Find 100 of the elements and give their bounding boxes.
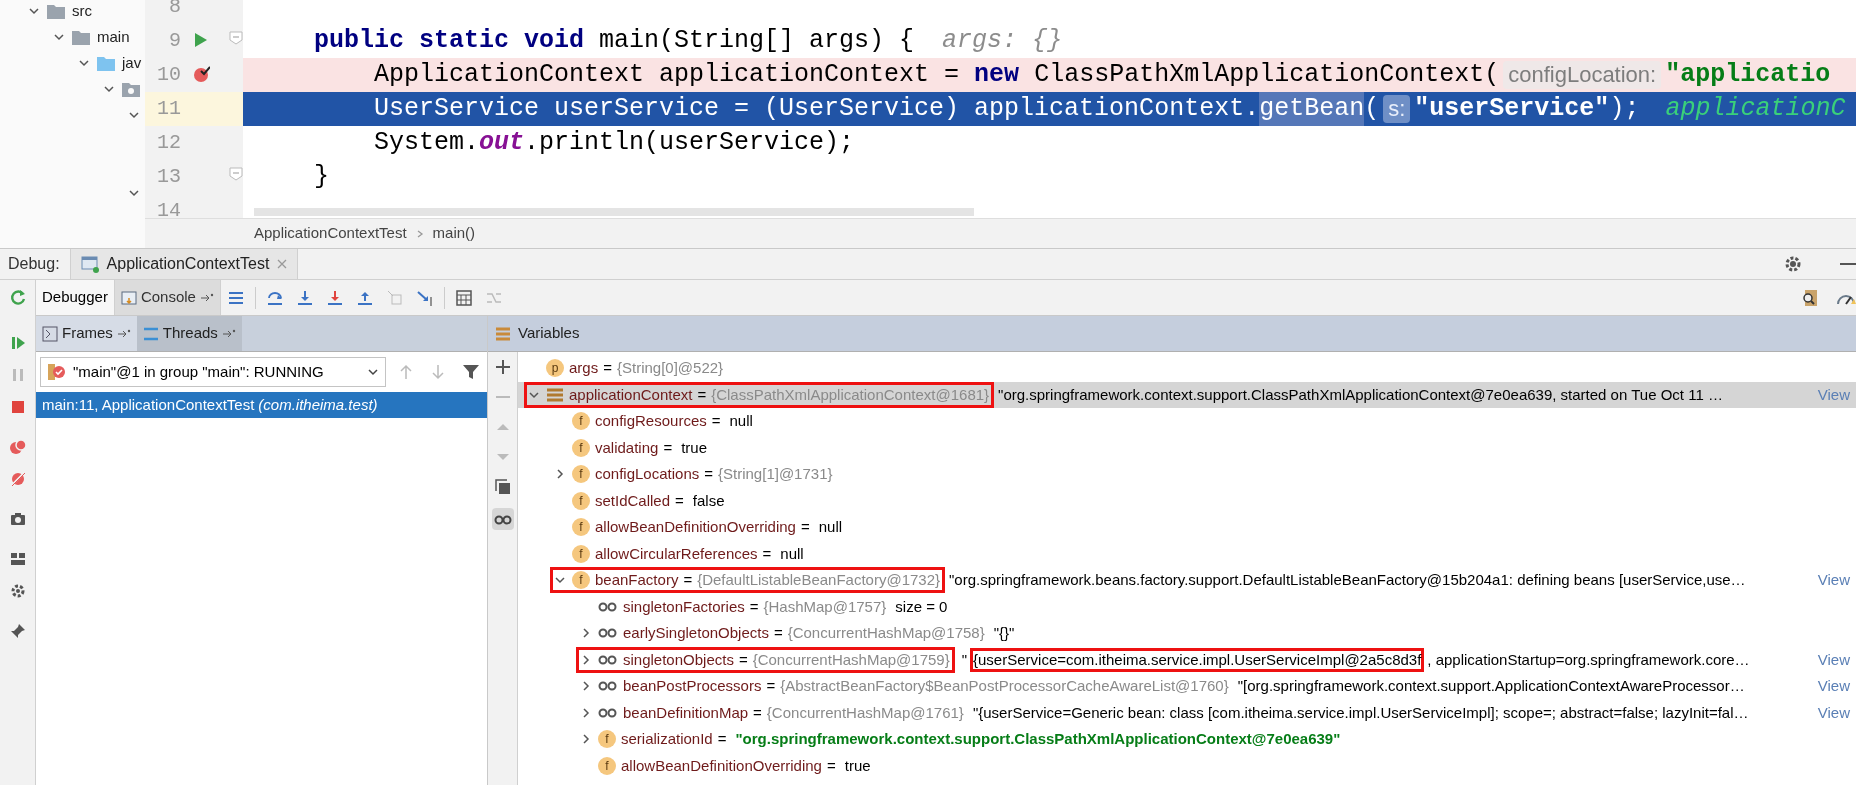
chevron-right-icon[interactable] xyxy=(580,680,592,693)
variable-row[interactable]: f allowBeanDefinitionOverriding = null xyxy=(518,514,1856,541)
variable-name: earlySingletonObjects xyxy=(623,623,769,643)
chevron-down-icon[interactable] xyxy=(128,109,140,121)
step-into-icon[interactable] xyxy=(295,288,314,307)
variable-row[interactable]: f validating = true xyxy=(518,434,1856,461)
add-icon[interactable] xyxy=(493,358,512,376)
frames-icon xyxy=(42,325,58,342)
code-text: UserService userService = (UserService) applicationContext. xyxy=(374,93,1260,126)
field-badge: f xyxy=(598,756,616,775)
chevron-down-icon[interactable] xyxy=(78,57,90,69)
layout-tab[interactable]: Threads xyxy=(136,316,242,351)
variable-name: configLocations xyxy=(595,464,700,484)
memory-view-icon[interactable] xyxy=(1800,287,1820,308)
variable-row[interactable]: f beanFactory = {DefaultListableBeanFactory@1732} "org.springframework.beans.factory.support.DefaultListableBeanFactory@15b204a1: defining beans [userService,use… View xyxy=(518,567,1856,594)
line-number: 11 xyxy=(156,96,181,122)
field-badge: p xyxy=(546,359,564,378)
variable-value: "org.springframework.context.support.ClassPathXmlApplicationContext@7e0ea639, started on Tue Oct 11 … xyxy=(998,384,1723,405)
chevron-down-icon[interactable] xyxy=(103,83,115,95)
chevron-right-icon[interactable] xyxy=(580,653,592,666)
code-text: ClassPathXmlApplicationContext( xyxy=(1033,59,1500,92)
session-tab[interactable]: ApplicationContextTest xyxy=(69,249,299,279)
variable-row[interactable]: beanDefinitionMap = {ConcurrentHashMap@1761} "{userService=Generic bean: class [com.itheima.service.impl.UserServiceImpl]; scope=; abstract=false; lazyInit=fal… View xyxy=(518,699,1856,726)
panel-title: Variables xyxy=(518,323,580,344)
scrollbar[interactable] xyxy=(254,208,974,216)
pin-tab-icon[interactable] xyxy=(199,292,214,303)
code-text: .println(userService); xyxy=(524,127,855,160)
chevron-down-icon[interactable] xyxy=(53,31,65,43)
debugger-tab[interactable]: Debugger xyxy=(36,280,115,315)
view-link[interactable]: View xyxy=(1817,648,1850,671)
breakpoint-icon[interactable] xyxy=(192,65,210,83)
camera-icon[interactable] xyxy=(8,510,27,528)
chevron-right-icon[interactable] xyxy=(554,468,566,481)
operator: = xyxy=(717,729,727,749)
code-text: ApplicationContext applicationContext = xyxy=(374,59,961,92)
fold-marker-icon[interactable] xyxy=(229,31,243,45)
window-icon xyxy=(80,255,99,273)
breadcrumb-item[interactable]: main() xyxy=(432,222,476,245)
method-name: getBean xyxy=(1259,92,1365,126)
variable-name: serializationId xyxy=(621,729,713,749)
view-link[interactable]: View xyxy=(1817,675,1850,698)
static-field: out xyxy=(479,126,525,160)
variable-name: beanDefinitionMap xyxy=(623,702,749,723)
parameter-hint: configLocation: xyxy=(1503,61,1662,89)
tree-item-label[interactable]: main xyxy=(97,25,130,49)
rerun-icon[interactable] xyxy=(8,288,27,306)
variable-value: , applicationStartup=org.springframework.core… xyxy=(1426,649,1751,670)
pin-tab-icon[interactable] xyxy=(116,328,131,339)
variable-value: "{userService=Generic bean: class [com.itheima.service.impl.UserServiceImpl]; scope=; abstract=false; lazyInit=fal… xyxy=(972,702,1749,723)
tree-item-label[interactable]: jav xyxy=(122,51,142,75)
keyword: new xyxy=(974,59,1020,92)
variable-value: "[org.springframework.context.support.ApplicationContextAwareProcessor… xyxy=(1237,676,1745,696)
run-to-cursor-icon[interactable] xyxy=(415,288,434,307)
variable-name: beanFactory xyxy=(595,570,679,590)
variable-name: singletonObjects xyxy=(623,649,734,670)
chevron-right-icon[interactable] xyxy=(580,706,592,719)
chevron-right-icon[interactable] xyxy=(580,733,592,746)
pin-tab-icon[interactable] xyxy=(221,328,236,339)
folder-icon xyxy=(71,28,91,46)
layout-icon[interactable] xyxy=(8,550,27,568)
variable-type: {ClassPathXmlApplicationContext@1681} xyxy=(711,384,990,405)
breadcrumb-item[interactable]: ApplicationContextTest xyxy=(254,222,407,245)
layout-tab[interactable]: Frames xyxy=(36,316,137,351)
filter-icon[interactable] xyxy=(462,363,480,381)
variable-row[interactable]: earlySingletonObjects = {ConcurrentHashMap@1758} "{}" xyxy=(518,620,1856,647)
calculator-icon[interactable] xyxy=(454,288,473,307)
debugger-tab[interactable]: Console xyxy=(114,280,221,315)
variable-row[interactable]: f configResources = null xyxy=(518,408,1856,435)
variable-row[interactable]: f setIdCalled = false xyxy=(518,487,1856,514)
chevron-down-icon[interactable] xyxy=(128,187,140,199)
code-text: } xyxy=(314,161,329,194)
variable-row[interactable]: f configLocations = {String[1]@1731} xyxy=(518,461,1856,488)
copy-icon[interactable] xyxy=(493,478,512,496)
force-step-into-icon[interactable] xyxy=(325,288,344,307)
field-badge: f xyxy=(572,544,590,563)
variable-row[interactable]: f serializationId = "org.springframework.context.support.ClassPathXmlApplicationContext@7e0ea639" xyxy=(518,726,1856,753)
chevron-down-icon[interactable] xyxy=(28,5,40,17)
variable-name: beanPostProcessors xyxy=(623,676,762,696)
string-literal: "applicatio xyxy=(1665,59,1831,92)
fold-marker-icon[interactable] xyxy=(229,167,243,181)
variable-row[interactable]: f allowBeanDefinitionOverriding = true xyxy=(518,752,1856,779)
variable-row[interactable]: f allowCircularReferences = null xyxy=(518,540,1856,567)
tree-item-label[interactable]: src xyxy=(72,0,92,23)
chevron-right-icon[interactable] xyxy=(580,627,592,640)
breakpoints-icon[interactable] xyxy=(8,438,27,456)
operator: = xyxy=(749,596,759,617)
variable-row[interactable]: singletonFactories = {HashMap@1757} size = 0 xyxy=(518,593,1856,620)
variable-name: validating xyxy=(595,437,659,458)
code-text: ( xyxy=(1364,93,1380,126)
variable-row[interactable]: p args = {String[0]@522} xyxy=(518,355,1856,382)
variable-value: " xyxy=(960,649,968,670)
variable-row[interactable]: applicationContext = {ClassPathXmlApplicationContext@1681} "org.springframework.context.support.ClassPathXmlApplicationContext@7e0ea639, started on Tue Oct 11 … View xyxy=(518,381,1856,408)
frame-item[interactable]: main:11, ApplicationContextTest (com.itheima.test) xyxy=(36,392,487,418)
view-link[interactable]: View xyxy=(1817,701,1850,724)
view-link[interactable]: View xyxy=(1817,569,1850,592)
variable-row[interactable]: beanPostProcessors = {AbstractBeanFactory$BeanPostProcessorCacheAwareList@1760} "[org.springframework.context.support.ApplicationContextAwareProcessor… View xyxy=(518,673,1856,700)
keyword: public static void xyxy=(314,25,585,58)
thread-selector[interactable]: "main"@1 in group "main": RUNNING xyxy=(40,357,386,387)
settings-icon[interactable] xyxy=(1784,255,1802,273)
minimize-icon[interactable] xyxy=(1840,262,1856,266)
